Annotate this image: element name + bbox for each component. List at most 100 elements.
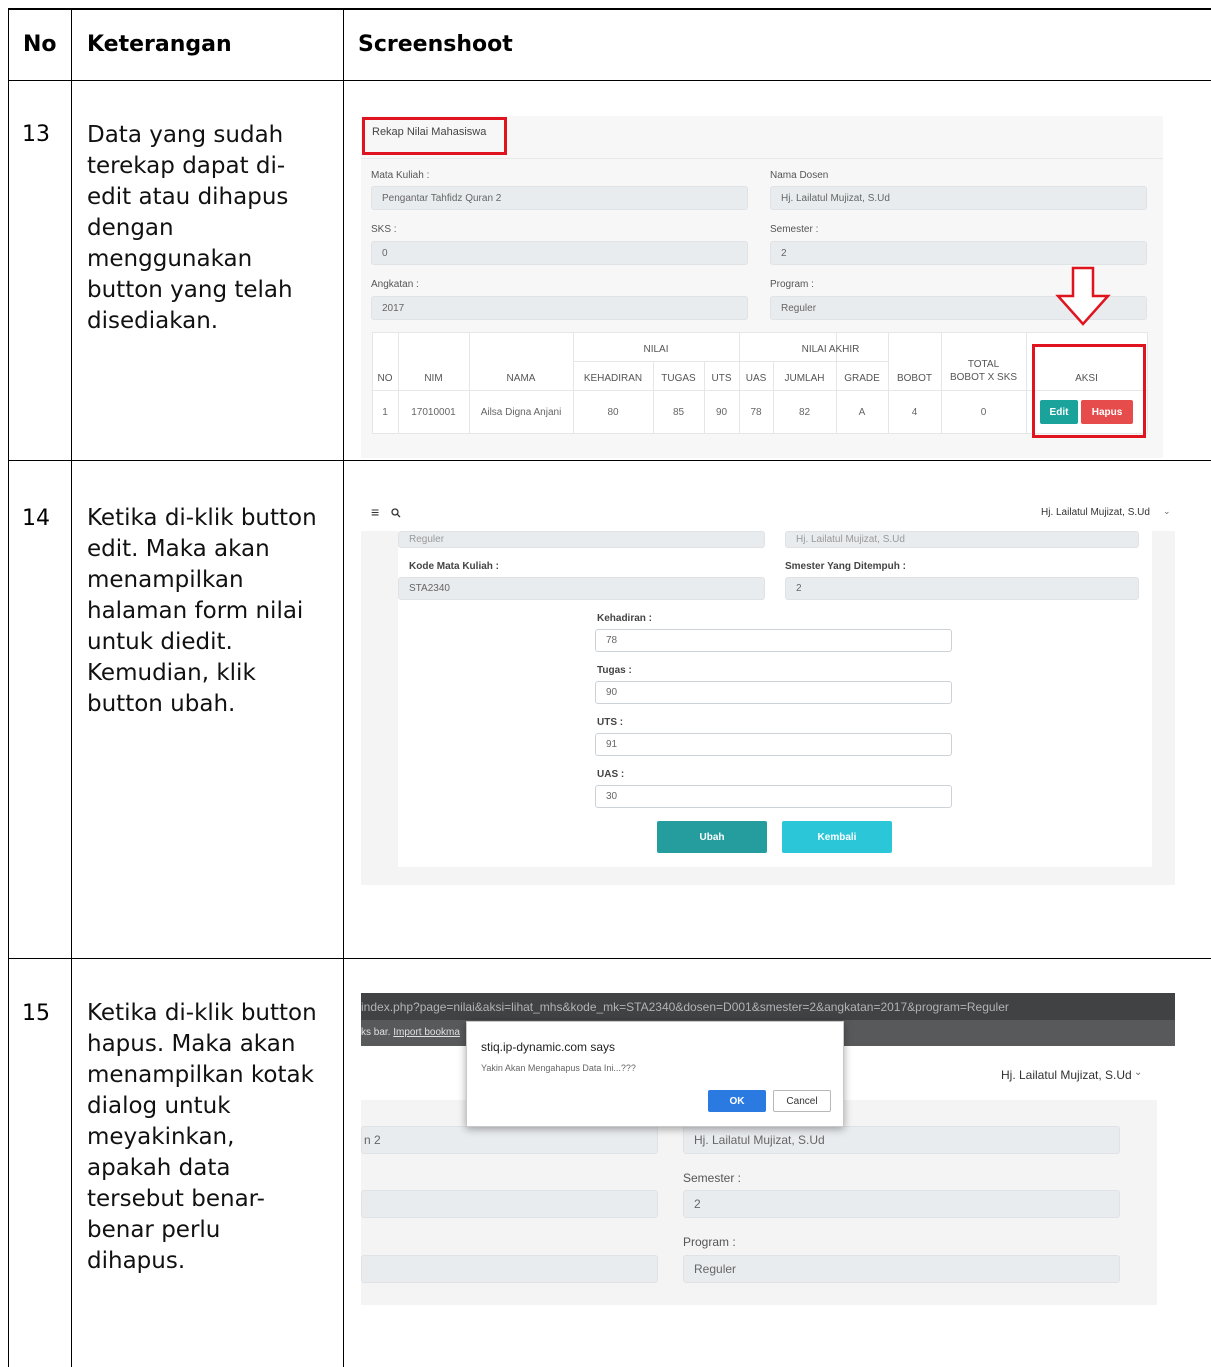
description-line: dialog untuk (87, 1093, 231, 1119)
mata-kuliah-field[interactable]: n 2 (361, 1126, 658, 1154)
screenshot-delete-dialog: index.php?page=nilai&aksi=lihat_mhs&kode… (361, 993, 1175, 1305)
table-cell: 82 (798, 407, 811, 418)
column-header: JUMLAH (784, 373, 825, 384)
table-cell: 78 (750, 407, 762, 418)
semester-field[interactable]: 2 (683, 1190, 1120, 1218)
search-icon[interactable] (391, 508, 401, 518)
mata-kuliah-label: Mata Kuliah : (371, 170, 430, 181)
chevron-down-icon[interactable]: ⌄ (1163, 506, 1171, 517)
table-cell: 17010001 (411, 407, 456, 418)
kode-mata-kuliah-field[interactable]: STA2340 (398, 577, 765, 600)
uas-input[interactable]: 30 (595, 785, 952, 808)
cancel-button[interactable]: Cancel (773, 1090, 831, 1112)
semester-label: Semester : (683, 1171, 742, 1185)
nama-dosen-field[interactable]: Hj. Lailatul Mujizat, S.Ud (770, 186, 1147, 210)
description-line: halaman form nilai (87, 598, 304, 624)
description-line: Ketika di-klik button (87, 1000, 317, 1026)
description-line: dihapus. (87, 1248, 186, 1274)
column-header: GRADE (844, 373, 880, 384)
table-border-col2 (343, 8, 344, 1367)
menu-icon[interactable]: ≡ (371, 504, 379, 520)
description-line: meyakinkan, (87, 1124, 235, 1150)
down-arrow-icon (1055, 266, 1111, 326)
column-header: UTS (711, 373, 732, 384)
table-mid-line (372, 390, 1147, 391)
mata-kuliah-field[interactable]: Pengantar Tahfidz Quran 2 (371, 186, 748, 210)
description-line: terekap dapat di- (87, 153, 286, 179)
col-sep (704, 361, 705, 433)
description-line: edit atau dihapus (87, 184, 289, 210)
left-field-blank[interactable] (361, 1255, 658, 1283)
dialog-message: Yakin Akan Mengahapus Data Ini...??? (481, 1063, 636, 1073)
ok-button[interactable]: OK (708, 1090, 766, 1112)
sks-field[interactable]: 0 (371, 241, 748, 265)
kembali-button[interactable]: Kembali (782, 821, 892, 853)
program-field[interactable]: Reguler (398, 531, 765, 548)
smester-field[interactable]: 2 (785, 577, 1139, 600)
angkatan-label: Angkatan : (371, 279, 419, 290)
description-line: menggunakan (87, 246, 253, 272)
column-header: NIM (424, 373, 443, 384)
col-sep (773, 361, 774, 433)
description-line: Data yang sudah (87, 122, 284, 148)
dosen-field[interactable]: Hj. Lailatul Mujizat, S.Ud (683, 1126, 1120, 1154)
column-header: UAS (745, 373, 767, 384)
description-line: hapus. Maka akan (87, 1031, 296, 1057)
col-sep (1147, 332, 1148, 433)
description-line: button ubah. (87, 691, 236, 717)
tugas-label: Tugas : (597, 665, 632, 676)
description-line: edit. Maka akan (87, 536, 270, 562)
total-line1: TOTAL (967, 359, 1000, 370)
table-cell: 90 (715, 407, 728, 418)
semester-field[interactable]: 2 (770, 241, 1147, 265)
ubah-button[interactable]: Ubah (657, 821, 767, 853)
chevron-down-icon[interactable]: ⌄ (1134, 1067, 1142, 1078)
column-header: NO (377, 373, 393, 384)
bookmarks-bar-text: ks bar. Import bookma (361, 1027, 460, 1038)
description-line: benar perlu (87, 1217, 221, 1243)
kode-mata-kuliah-label: Kode Mata Kuliah : (409, 561, 500, 572)
description-line: apakah data (87, 1155, 231, 1181)
description-line: Ketika di-klik button (87, 505, 317, 531)
user-menu[interactable]: Hj. Lailatul Mujizat, S.Ud (1041, 507, 1150, 518)
table-border-col1 (71, 8, 72, 1367)
table-border-top (8, 8, 1211, 10)
tugas-input[interactable]: 90 (595, 681, 952, 704)
program-field[interactable]: Reguler (683, 1255, 1120, 1283)
dosen-field[interactable]: Hj. Lailatul Mujizat, S.Ud (785, 531, 1139, 548)
table-cell: Ailsa Digna Anjani (480, 407, 562, 418)
table-border-left (8, 8, 9, 1367)
dialog-title: stiq.ip-dynamic.com says (481, 1040, 616, 1054)
description-line: menampilkan kotak (87, 1062, 314, 1088)
description-line: menampilkan (87, 567, 244, 593)
table-cell: 0 (980, 407, 987, 418)
description-line: untuk diedit. (87, 629, 233, 655)
table-cell: 85 (672, 407, 685, 418)
user-menu[interactable]: Hj. Lailatul Mujizat, S.Ud (1001, 1068, 1132, 1082)
row-number: 13 (22, 122, 50, 147)
header-screenshot: Screenshoot (358, 32, 513, 57)
table-cell: 1 (382, 407, 388, 418)
divider (361, 158, 1163, 159)
left-field-blank[interactable] (361, 1190, 658, 1218)
uts-input[interactable]: 91 (595, 733, 952, 756)
header-keterangan: Keterangan (87, 32, 232, 57)
description-line: tersebut benar- (87, 1186, 265, 1212)
import-bookmarks-link[interactable]: Import bookma (393, 1027, 460, 1038)
table-cell: 80 (607, 407, 619, 418)
table-cell: A (858, 407, 866, 418)
table-top-line (372, 332, 1147, 333)
row-description: Ketika di-klik button edit. Maka akan me… (87, 503, 317, 720)
table-border-row13-bottom (8, 460, 1211, 461)
group-header-nilai: NILAI (643, 344, 669, 355)
address-bar-url[interactable]: index.php?page=nilai&aksi=lihat_mhs&kode… (361, 1000, 1009, 1014)
column-header: BOBOT (896, 373, 932, 384)
table-group-line (573, 361, 888, 362)
column-header: NAMA (506, 373, 536, 384)
kehadiran-input[interactable]: 78 (595, 629, 952, 652)
column-header: TUGAS (661, 373, 696, 384)
angkatan-field[interactable]: 2017 (371, 296, 748, 320)
semester-label: Semester : (770, 224, 819, 235)
bookmarks-bar-label: ks bar. (361, 1027, 391, 1038)
column-header-total: TOTAL BOBOT X SKS (941, 358, 1026, 384)
